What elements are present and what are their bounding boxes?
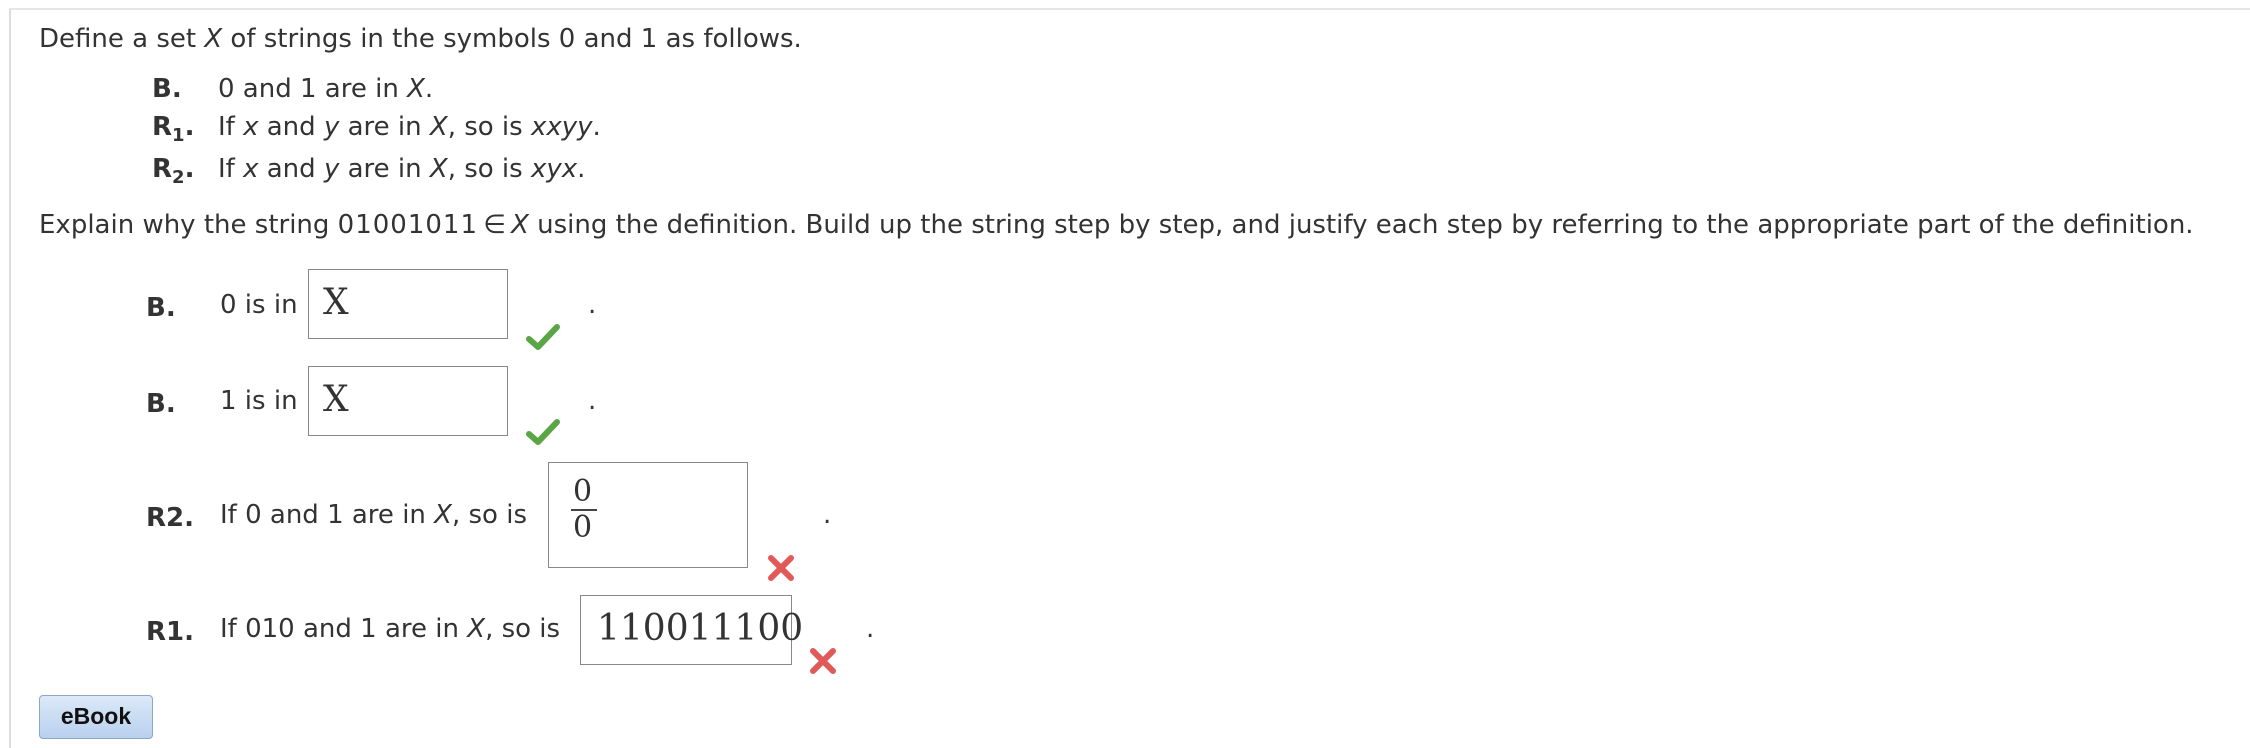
step2-answer-input[interactable]: X <box>308 366 508 436</box>
step3-text: If 0 and 1 are in X, so is <box>220 500 528 530</box>
step4-answer-input[interactable]: 110011100 <box>580 595 803 665</box>
step1-text: 0 is in <box>220 290 298 320</box>
checkmark-icon <box>526 419 560 445</box>
target-string: 01001011 <box>337 210 479 240</box>
step4-text: If 010 and 1 are in X, so is <box>220 614 561 644</box>
step2-tag: B. <box>146 389 176 419</box>
intro-suffix: of strings in the symbols 0 and 1 as fol… <box>222 24 802 54</box>
element-of-symbol: ∈ <box>483 210 506 240</box>
step3-answer-input[interactable]: 0 0 <box>548 462 748 568</box>
checkmark-icon <box>526 324 560 350</box>
step3-tag: R2. <box>146 503 194 533</box>
definition-base: B. 0 and 1 are in X. <box>152 74 433 104</box>
definition-rule2: R2. If x and y are in X, so is xyx. <box>152 154 586 189</box>
step2-answer-value: X <box>323 379 349 420</box>
intro-text: Define a set X of strings in the symbols… <box>39 24 802 54</box>
x-mark-icon <box>768 555 794 581</box>
step4-answer-value: 110011100 <box>597 608 804 649</box>
definition-rule1-tag: R1. <box>152 112 195 147</box>
ebook-button[interactable]: eBook <box>39 695 153 739</box>
fraction-numerator: 0 <box>573 474 593 509</box>
step4-period: . <box>866 614 875 644</box>
step1-answer-value: X <box>323 282 349 323</box>
step1-period: . <box>588 290 597 320</box>
definition-base-tag: B. <box>152 74 182 104</box>
step1-answer-input[interactable]: X <box>308 269 508 339</box>
definition-base-end: . <box>424 74 434 104</box>
instruction-text: Explain why the string 01001011 ∈ X usin… <box>39 210 2194 240</box>
step2-text: 1 is in <box>220 386 298 416</box>
intro-set-var: X <box>204 24 223 54</box>
step3-period: . <box>823 500 832 530</box>
x-mark-icon <box>810 648 836 674</box>
definition-base-text: 0 and 1 are in <box>218 74 408 104</box>
definition-base-var: X <box>407 74 425 104</box>
step1-tag: B. <box>146 293 176 323</box>
step3-answer-fraction: 0 0 <box>549 475 747 545</box>
definition-rule1: R1. If x and y are in X, so is xxyy. <box>152 112 601 147</box>
step2-period: . <box>588 386 597 416</box>
definition-rule2-tag: R2. <box>152 154 195 189</box>
step4-tag: R1. <box>146 617 194 647</box>
intro-prefix: Define a set <box>39 24 205 54</box>
fraction-denominator: 0 <box>573 510 593 545</box>
